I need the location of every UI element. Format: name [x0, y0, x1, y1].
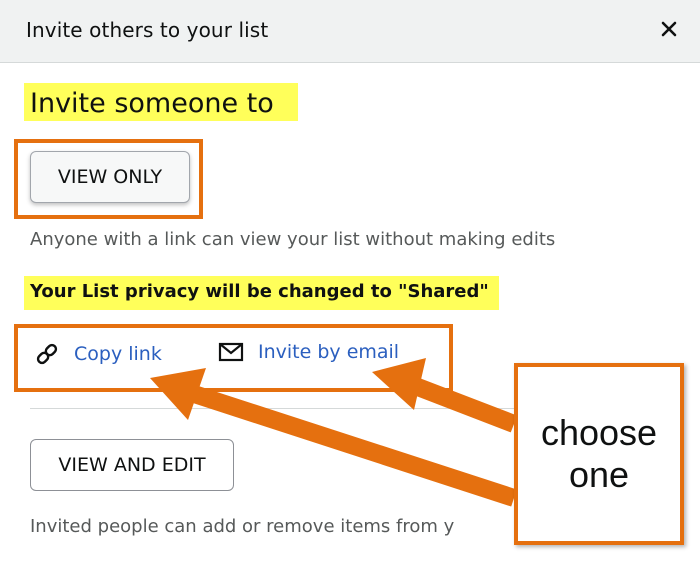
view-only-button[interactable]: VIEW ONLY	[30, 151, 190, 203]
invite-by-email-button[interactable]: Invite by email	[218, 341, 399, 363]
dialog-header: Invite others to your list	[0, 0, 700, 63]
privacy-note: Your List privacy will be changed to "Sh…	[24, 276, 499, 310]
callout-line-1: choose	[540, 412, 658, 453]
view-only-description: Anyone with a link can view your list wi…	[30, 229, 556, 250]
view-and-edit-description: Invited people can add or remove items f…	[30, 516, 455, 537]
copy-link-label: Copy link	[74, 343, 162, 365]
copy-link-button[interactable]: Copy link	[34, 341, 162, 367]
choose-one-callout: choose one	[514, 363, 684, 545]
envelope-icon	[218, 342, 244, 362]
view-and-edit-button[interactable]: VIEW AND EDIT	[30, 439, 234, 491]
close-button[interactable]	[654, 14, 684, 44]
dialog-title: Invite others to your list	[26, 18, 269, 42]
invite-heading: Invite someone to	[24, 83, 298, 121]
invite-by-email-label: Invite by email	[258, 341, 400, 363]
link-icon	[36, 343, 58, 365]
callout-line-2: one	[568, 454, 630, 495]
close-icon	[661, 21, 677, 37]
